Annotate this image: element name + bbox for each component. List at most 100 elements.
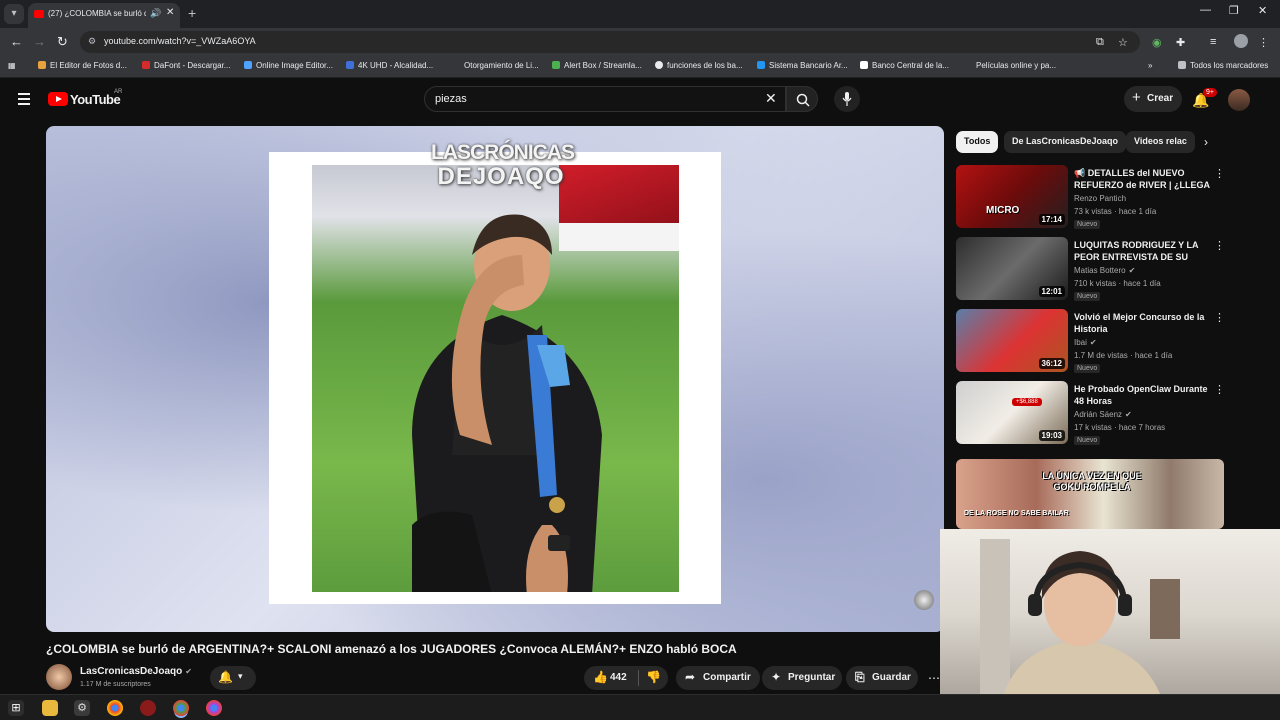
like-count[interactable]: 442 bbox=[610, 672, 627, 683]
verified-icon: ✔ bbox=[1128, 266, 1136, 275]
bookmark-item[interactable]: Otorgamiento de Li... bbox=[452, 61, 539, 70]
account-avatar[interactable] bbox=[1228, 89, 1250, 111]
region-code: AR bbox=[114, 89, 123, 95]
extensions-puzzle-icon[interactable]: ✚ bbox=[1176, 36, 1185, 49]
share-button[interactable]: ➦ Compartir bbox=[676, 666, 760, 690]
clear-search-icon[interactable]: ✕ bbox=[765, 90, 777, 107]
back-arrow-icon[interactable]: ← bbox=[10, 34, 23, 49]
search-button[interactable] bbox=[786, 86, 818, 112]
os-taskbar: ⊞ ⚙ bbox=[0, 694, 1280, 720]
site-info-icon[interactable]: ⚙ bbox=[88, 36, 96, 47]
browser-profile-avatar[interactable] bbox=[1234, 34, 1248, 48]
video-thumbnail[interactable]: 12:01 bbox=[956, 237, 1068, 300]
app-icon[interactable] bbox=[140, 700, 156, 716]
settings-gear-icon[interactable]: ⚙ bbox=[74, 700, 90, 716]
share-arrow-icon: ➦ bbox=[685, 670, 696, 684]
create-button[interactable]: + Crear bbox=[1124, 86, 1182, 112]
apps-grid-icon[interactable]: ▦ bbox=[8, 61, 16, 70]
coach-figure-illustration bbox=[412, 214, 602, 592]
reload-icon[interactable]: ↻ bbox=[57, 34, 68, 50]
video-duration: 36:12 bbox=[1038, 358, 1065, 369]
thumbs-down-icon[interactable]: 👎 bbox=[646, 670, 661, 684]
chevron-down-icon: ▾ bbox=[238, 671, 243, 681]
new-tab-button[interactable]: + bbox=[188, 5, 196, 21]
more-options-icon[interactable]: ⋮ bbox=[1214, 167, 1225, 180]
media-control-icon[interactable]: ≡ bbox=[1210, 36, 1216, 48]
close-window-icon[interactable]: ✕ bbox=[1258, 4, 1267, 17]
subscription-bell-button[interactable]: 🔔 ▾ bbox=[210, 666, 256, 690]
start-menu-icon[interactable]: ⊞ bbox=[8, 700, 24, 716]
chrome-icon[interactable] bbox=[107, 700, 123, 716]
bookmark-item[interactable]: DaFont - Descargar... bbox=[142, 61, 230, 70]
recommended-video[interactable]: 12:01 LUQUITAS RODRIGUEZ Y LA PEOR ENTRE… bbox=[956, 237, 1226, 305]
channel-name[interactable]: LasCronicasDeJoaqo ✔ bbox=[80, 666, 192, 677]
recommended-title[interactable]: Volvió el Mejor Concurso de la Historia bbox=[1074, 311, 1212, 335]
video-player[interactable]: LASCRÓNICAS DEJOAQO bbox=[46, 126, 944, 632]
recommended-channel[interactable]: Ibai ✔ bbox=[1074, 338, 1097, 347]
extension-icon[interactable]: ◉ bbox=[1152, 36, 1162, 49]
menu-icon[interactable] bbox=[18, 93, 30, 108]
notification-count-badge: 9+ bbox=[1203, 88, 1217, 97]
thumbs-up-icon[interactable]: 👍 bbox=[593, 670, 608, 684]
channel-avatar[interactable] bbox=[46, 664, 72, 690]
recommended-channel[interactable]: Renzo Pantich bbox=[1074, 194, 1126, 203]
recommended-video[interactable]: 36:12 Volvió el Mejor Concurso de la His… bbox=[956, 309, 1226, 377]
search-input[interactable]: piezas ✕ bbox=[424, 86, 786, 112]
ask-button[interactable]: ✦ Preguntar bbox=[762, 666, 842, 690]
recommended-video[interactable]: MICRO 17:14 📢 DETALLES del NUEVO REFUERZ… bbox=[956, 165, 1226, 233]
bookmark-item[interactable]: 4K UHD - Alcalidad... bbox=[346, 61, 433, 70]
recommended-video[interactable]: +$6,888 19:03 He Probado OpenClaw Durant… bbox=[956, 381, 1226, 449]
url-text: youtube.com/watch?v=_VWZaA6OYA bbox=[104, 36, 256, 46]
more-options-icon[interactable]: ⋮ bbox=[1214, 383, 1225, 396]
browser-tab-active[interactable]: (27) ¿COLOMBIA se burló d 🔊 ✕ bbox=[28, 3, 180, 28]
tab-close-icon[interactable]: ✕ bbox=[166, 7, 174, 18]
install-app-icon[interactable]: ⧉ bbox=[1096, 36, 1104, 49]
recommended-title[interactable]: 📢 DETALLES del NUEVO REFUERZO de RIVER |… bbox=[1074, 167, 1212, 191]
maximize-icon[interactable]: ❐ bbox=[1229, 4, 1239, 17]
chip-related[interactable]: Videos relac bbox=[1126, 131, 1195, 153]
file-explorer-icon[interactable] bbox=[42, 700, 58, 716]
save-button[interactable]: ⎘ Guardar bbox=[846, 666, 918, 690]
chrome-active-icon[interactable] bbox=[173, 700, 189, 716]
video-thumbnail[interactable]: +$6,888 19:03 bbox=[956, 381, 1068, 444]
bookmark-icon: ⎘ bbox=[855, 670, 865, 684]
video-thumbnail[interactable]: MICRO 17:14 bbox=[956, 165, 1068, 228]
bookmark-item[interactable]: Online Image Editor... bbox=[244, 61, 333, 70]
subscriber-count: 1.17 M de suscriptores bbox=[80, 681, 151, 688]
youtube-wordmark[interactable]: YouTube bbox=[70, 92, 121, 107]
bookmark-item[interactable]: Alert Box / Streamla... bbox=[552, 61, 642, 70]
shorts-thumbnail[interactable]: LA ÚNICA VEZ EN QUE GOKU ROMPE LA DE LA … bbox=[956, 459, 1224, 529]
recommended-channel[interactable]: Adrián Sáenz ✔ bbox=[1074, 410, 1132, 419]
webcam-overlay bbox=[940, 529, 1280, 700]
chrome-profile-icon[interactable] bbox=[206, 700, 222, 716]
more-options-icon[interactable]: ⋮ bbox=[1214, 311, 1225, 324]
chip-all[interactable]: Todos bbox=[956, 131, 999, 153]
like-dislike-group: 👍 442 👎 bbox=[584, 666, 668, 690]
bookmark-star-icon[interactable]: ☆ bbox=[1118, 36, 1128, 49]
bookmark-item[interactable]: El Editor de Fotos d... bbox=[38, 61, 127, 70]
address-bar[interactable]: ⚙ youtube.com/watch?v=_VWZaA6OYA bbox=[80, 31, 1140, 53]
tab-search-icon[interactable]: ▾ bbox=[4, 4, 24, 24]
chip-from-channel[interactable]: De LasCronicasDeJoaqo bbox=[1004, 131, 1127, 153]
youtube-logo-icon[interactable] bbox=[48, 92, 68, 106]
recommended-title[interactable]: LUQUITAS RODRIGUEZ Y LA PEOR ENTREVISTA … bbox=[1074, 239, 1212, 263]
bookmark-item[interactable]: Sistema Bancario Ar... bbox=[757, 61, 848, 70]
recommended-title[interactable]: He Probado OpenClaw Durante 48 Horas bbox=[1074, 383, 1212, 407]
speaker-icon[interactable]: 🔊 bbox=[150, 8, 161, 19]
more-bookmarks-icon[interactable]: » bbox=[1148, 61, 1152, 70]
forward-arrow-icon[interactable]: → bbox=[33, 34, 46, 49]
all-bookmarks-folder[interactable]: Todos los marcadores bbox=[1178, 61, 1268, 70]
bookmark-item[interactable]: Películas online y pa... bbox=[964, 61, 1056, 70]
chevron-right-icon[interactable]: › bbox=[1204, 135, 1208, 149]
recommended-channel[interactable]: Matias Bottero ✔ bbox=[1074, 266, 1135, 275]
video-thumbnail[interactable]: 36:12 bbox=[956, 309, 1068, 372]
save-label: Guardar bbox=[872, 672, 911, 683]
bookmark-item[interactable]: funciones de los ba... bbox=[655, 61, 743, 70]
bookmark-item[interactable]: Banco Central de la... bbox=[860, 61, 949, 70]
plus-icon: + bbox=[1132, 89, 1141, 106]
minimize-icon[interactable]: — bbox=[1200, 4, 1211, 16]
verified-icon: ✔ bbox=[1125, 410, 1132, 419]
more-options-icon[interactable]: ⋮ bbox=[1214, 239, 1225, 252]
voice-search-button[interactable] bbox=[834, 86, 860, 112]
browser-menu-icon[interactable]: ⋮ bbox=[1258, 36, 1269, 49]
